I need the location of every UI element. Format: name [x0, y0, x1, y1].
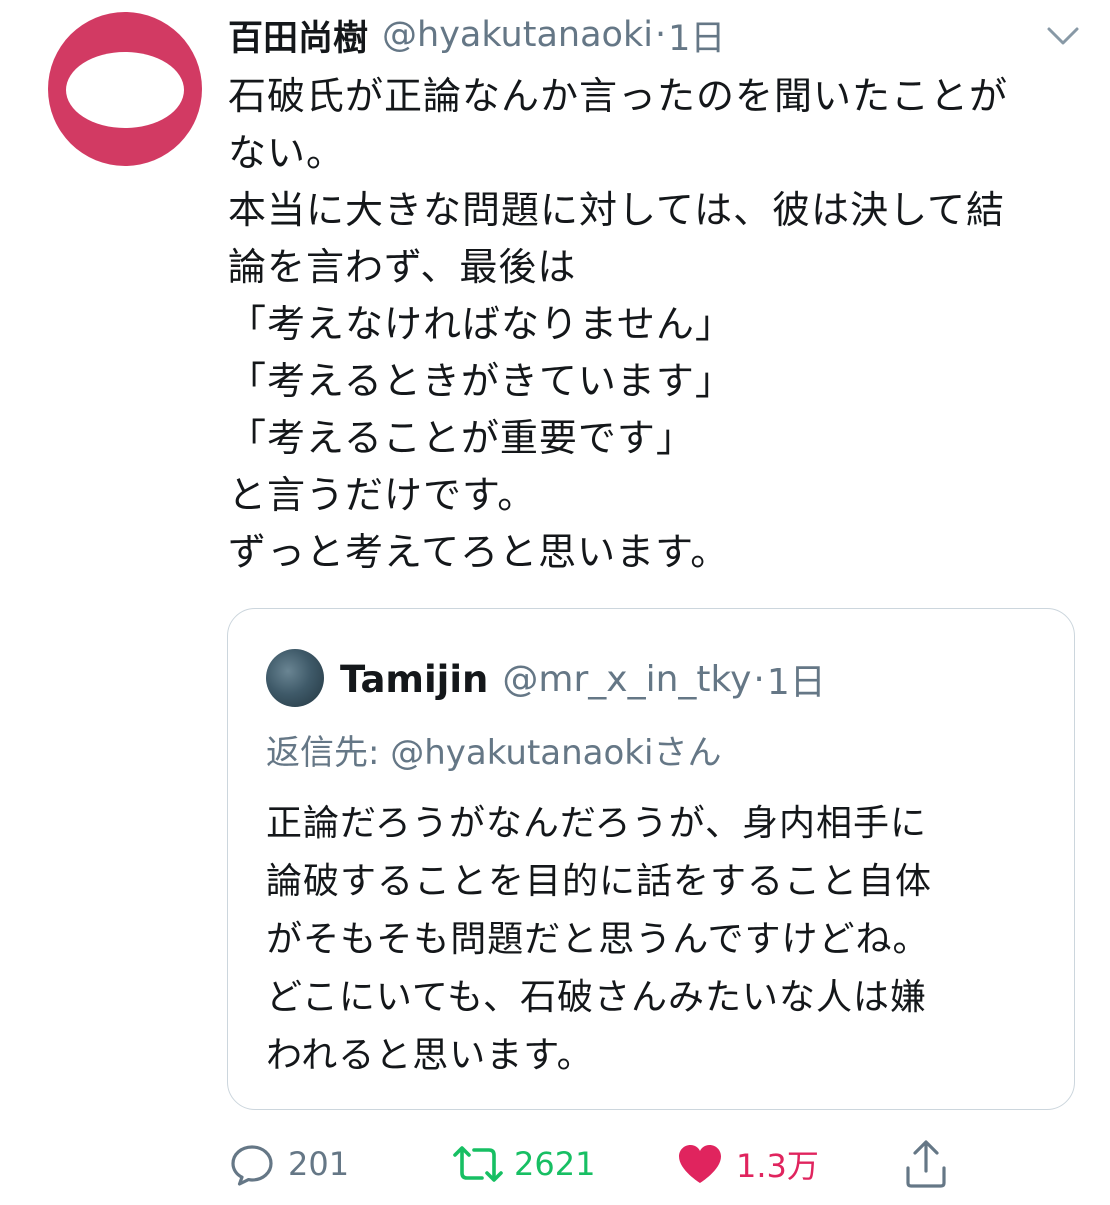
retweet-button[interactable]: 2621: [450, 1136, 595, 1192]
heart-icon: [676, 1140, 724, 1188]
author-handle[interactable]: @hyakutanaoki: [382, 15, 653, 55]
reply-button[interactable]: 201: [228, 1136, 349, 1192]
share-button[interactable]: [902, 1136, 950, 1192]
tweet[interactable]: 百田尚樹 @hyakutanaoki · 1日 石破氏が正論なんか言ったのを聞い…: [0, 0, 1110, 1205]
tweet-timestamp[interactable]: 1日: [668, 10, 725, 61]
quoted-text-line: われると思います。: [266, 1035, 594, 1076]
quoted-tweet-header: Tamijin @mr_x_in_tky · 1日: [340, 653, 826, 705]
reply-to-label[interactable]: 返信先: @hyakutanaokiさん: [266, 725, 721, 774]
tweet-header: 百田尚樹 @hyakutanaoki · 1日: [228, 10, 725, 60]
quoted-tweet-card[interactable]: Tamijin @mr_x_in_tky · 1日 返信先: @hyakutan…: [227, 608, 1075, 1110]
quoted-author-avatar[interactable]: [266, 649, 324, 707]
author-display-name[interactable]: 百田尚樹: [228, 10, 368, 61]
header-separator: ·: [654, 15, 667, 55]
quoted-tweet-timestamp[interactable]: 1日: [767, 653, 826, 705]
author-avatar[interactable]: [48, 12, 202, 166]
tweet-text-line: 石破氏が正論なんか言ったのを聞いたことが: [228, 74, 1009, 118]
reply-count: 201: [288, 1145, 350, 1183]
comment-icon: [228, 1140, 276, 1188]
quoted-header-separator: ·: [753, 658, 765, 700]
tweet-text-line: 「考えなければなりません」: [228, 302, 734, 346]
tweet-text-line: 「考えるときがきています」: [228, 359, 734, 403]
like-button[interactable]: 1.3万: [676, 1136, 819, 1192]
share-icon: [902, 1138, 950, 1190]
tweet-text-line: 「考えることが重要です」: [228, 416, 695, 460]
retweet-count: 2621: [514, 1145, 596, 1183]
quoted-text-line: がそもそも問題だと思うんですけどね。: [266, 919, 930, 960]
tweet-text-line: ずっと考えてろと思います。: [228, 530, 730, 574]
tweet-text-line: 本当に大きな問題に対しては、彼は決して結: [228, 188, 1005, 232]
quoted-author-handle[interactable]: @mr_x_in_tky: [502, 659, 751, 700]
tweet-text-line: と言うだけです。: [228, 473, 537, 517]
quoted-text-line: 正論だろうがなんだろうが、身内相手に: [266, 803, 927, 844]
chevron-down-icon[interactable]: [1046, 20, 1080, 50]
quoted-text-line: どこにいても、石破さんみたいな人は嫌: [266, 977, 927, 1018]
avatar-egg-shape: [66, 52, 184, 128]
retweet-icon: [450, 1140, 506, 1188]
tweet-action-bar: 201 2621 1.3万: [228, 1136, 988, 1192]
quoted-author-display-name[interactable]: Tamijin: [340, 658, 488, 701]
tweet-text: 石破氏が正論なんか言ったのを聞いたことが ない。 本当に大きな問題に対しては、彼…: [228, 68, 1088, 581]
tweet-text-line: 論を言わず、最後は: [228, 245, 577, 289]
quoted-tweet-text: 正論だろうがなんだろうが、身内相手に 論破することを目的に話をすること自体 がそ…: [266, 795, 1056, 1085]
like-count: 1.3万: [736, 1147, 819, 1185]
quoted-text-line: 論破することを目的に話をすること自体: [266, 861, 933, 902]
tweet-text-line: ない。: [228, 131, 346, 175]
